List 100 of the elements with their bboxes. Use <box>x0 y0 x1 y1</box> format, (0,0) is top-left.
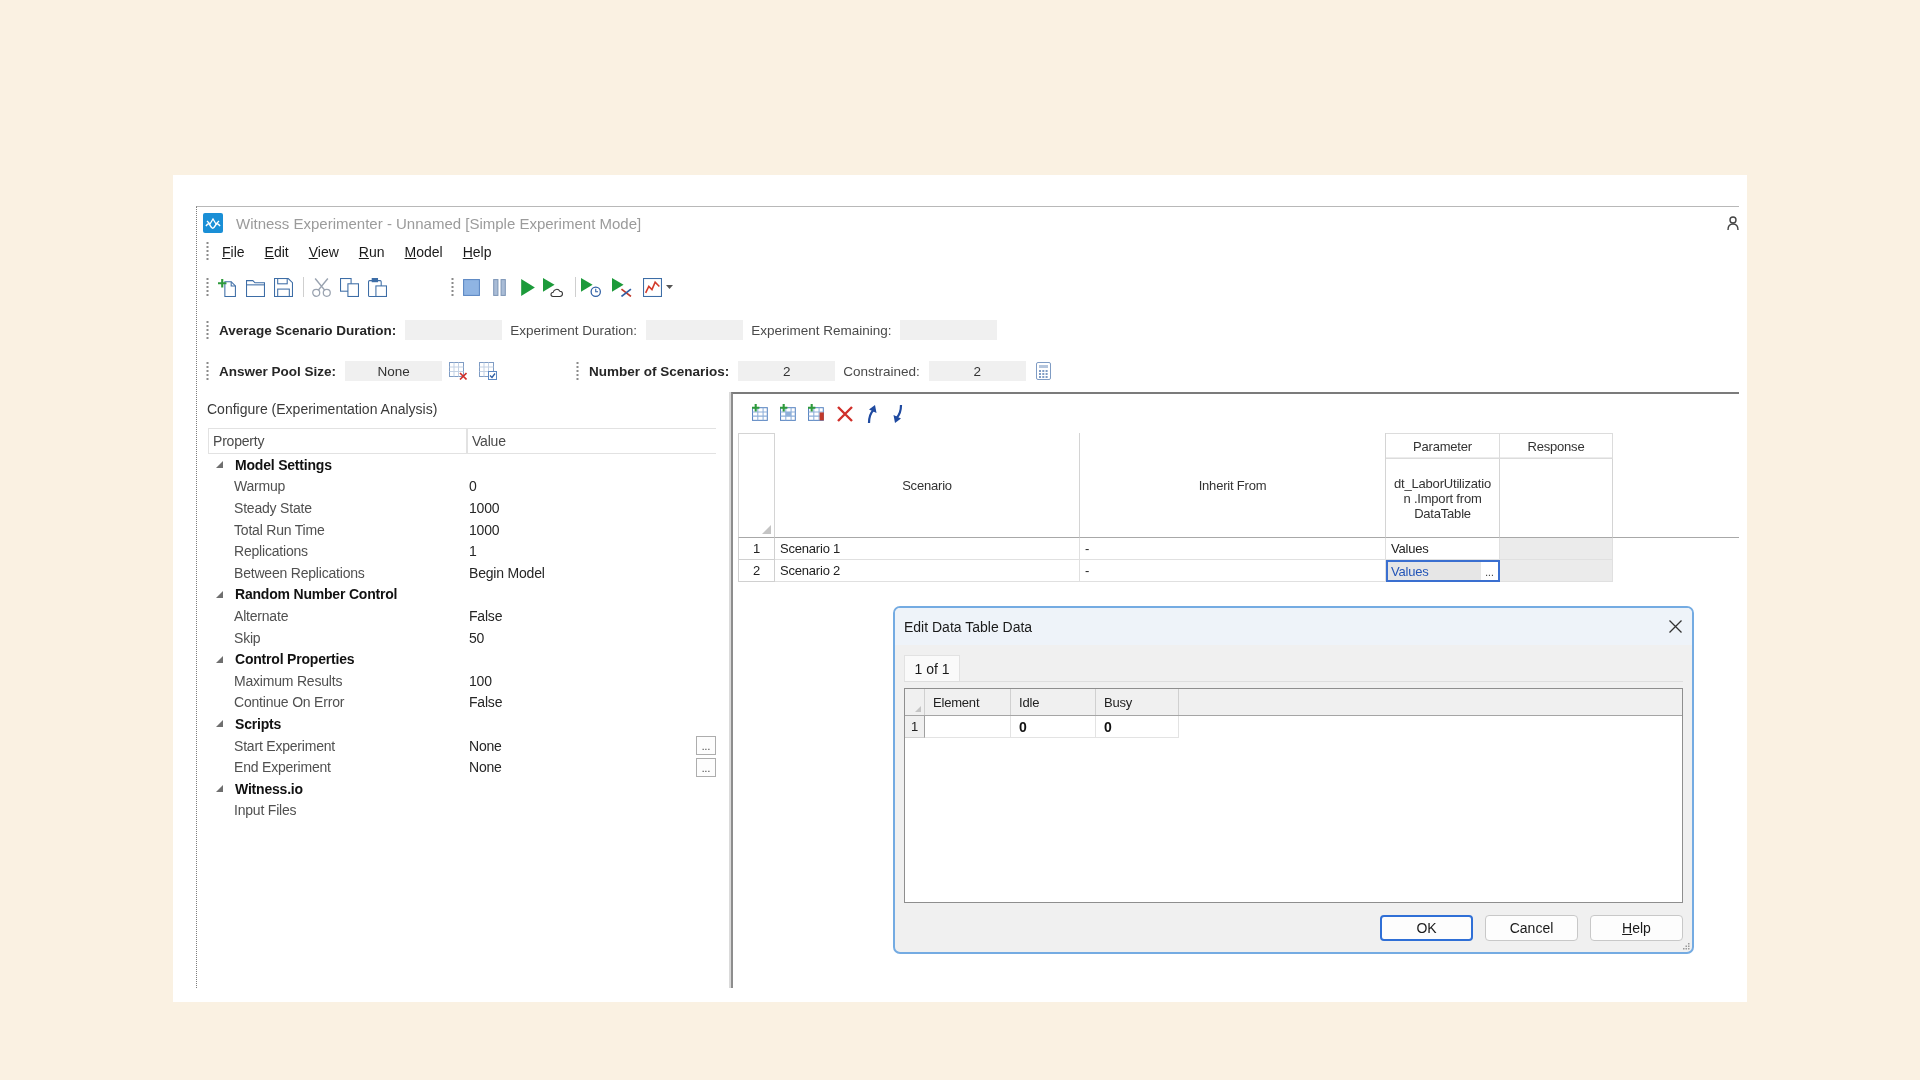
column-header[interactable]: Element <box>925 689 1011 715</box>
collapse-triangle-icon[interactable] <box>216 655 223 663</box>
scissors-icon[interactable] <box>312 277 331 297</box>
table-cell: Scenario 1 <box>775 538 1080 560</box>
property-value: False <box>469 694 503 711</box>
grip-icon[interactable] <box>206 320 209 340</box>
column-header[interactable]: Value <box>466 429 716 453</box>
property-name: Skip <box>234 629 261 646</box>
pause-icon[interactable] <box>490 277 509 297</box>
play-clock-icon[interactable] <box>581 277 601 297</box>
stop-icon[interactable] <box>462 277 481 297</box>
property-value: None <box>469 737 502 754</box>
play-cloud-icon[interactable] <box>543 277 563 297</box>
panel-title: Configure (Experimentation Analysis) <box>207 401 438 417</box>
field-label: Experiment Duration: <box>510 322 638 338</box>
ellipsis-button[interactable]: ... <box>696 757 716 777</box>
ellipsis-button[interactable]: ... <box>696 736 716 755</box>
property-name: Between Replications <box>234 564 365 581</box>
field-label: Answer Pool Size: <box>219 363 337 379</box>
collapse-triangle-icon[interactable] <box>216 720 223 728</box>
column-header[interactable]: Inherit From <box>1080 433 1386 538</box>
field-label: Experiment Remaining: <box>751 322 892 338</box>
table-cell: 0 <box>1096 716 1179 738</box>
play-icon[interactable] <box>518 277 537 297</box>
play-arrows-icon[interactable] <box>612 277 632 297</box>
chart-icon[interactable] <box>643 277 662 297</box>
property-name: Start Experiment <box>234 737 336 754</box>
dialog-button[interactable]: OK <box>1380 915 1473 941</box>
arrow-up-icon[interactable] <box>865 404 879 423</box>
menu-item[interactable]: Model <box>394 243 453 260</box>
table-plus-icon[interactable] <box>752 404 771 423</box>
table-check-icon[interactable] <box>479 362 498 380</box>
field-label: Number of Scenarios: <box>589 363 730 379</box>
menu-item[interactable]: Help <box>452 243 502 260</box>
grip-icon[interactable] <box>451 277 454 297</box>
property-value: 1000 <box>469 500 500 516</box>
column-header[interactable]: Property <box>209 429 466 453</box>
dialog-button[interactable]: Help <box>1590 915 1683 941</box>
table-plus-icon[interactable] <box>808 404 827 423</box>
cell-editor-field[interactable]: Values ... <box>1386 560 1500 582</box>
property-name: Warmup <box>234 478 286 495</box>
caret-icon[interactable] <box>666 285 673 289</box>
table-plus-icon[interactable] <box>780 404 799 423</box>
window-title: Witness Experimenter - Unnamed [Simple Experiment Mode] <box>236 214 642 232</box>
user-icon[interactable] <box>1727 216 1739 230</box>
category-label: Witness.io <box>235 780 303 797</box>
property-name: Input Files <box>234 802 297 819</box>
collapse-triangle-icon[interactable] <box>216 590 223 598</box>
grip-icon[interactable] <box>576 361 580 381</box>
grip-icon[interactable] <box>206 242 209 261</box>
property-value: 100 <box>469 672 492 689</box>
column-header[interactable]: Scenario <box>775 433 1080 538</box>
property-name: Alternate <box>234 607 289 624</box>
value-field: 2 <box>738 361 836 381</box>
property-value: False <box>469 607 503 624</box>
property-name: Steady State <box>234 500 312 516</box>
category-label: Model Settings <box>235 456 332 473</box>
property-name: Continue On Error <box>234 694 345 711</box>
group-header: Parameter <box>1386 433 1500 459</box>
arrow-down-icon[interactable] <box>891 404 905 423</box>
column-header[interactable]: Idle <box>1011 689 1096 715</box>
calculator-icon[interactable] <box>1035 362 1051 380</box>
new-file-icon[interactable] <box>218 277 237 297</box>
row-header[interactable]: 1 <box>905 716 925 738</box>
table-x-icon[interactable] <box>449 362 468 380</box>
property-value: 50 <box>469 629 485 646</box>
property-value: 1 <box>469 543 477 560</box>
tab[interactable]: 1 of 1 <box>904 655 960 681</box>
property-value: None <box>469 759 502 776</box>
collapse-triangle-icon[interactable] <box>216 461 223 469</box>
column-header[interactable]: Busy <box>1096 689 1179 715</box>
menu-item[interactable]: File <box>212 243 255 260</box>
close-icon[interactable] <box>1669 620 1682 633</box>
grip-icon[interactable] <box>206 277 209 297</box>
column-header[interactable]: dt_LaborUtilization .Import from DataTable <box>1386 459 1500 538</box>
ellipsis-button[interactable]: ... <box>1481 562 1498 580</box>
grip-icon[interactable] <box>206 361 209 381</box>
menu-item[interactable]: Run <box>348 243 395 260</box>
folder-icon[interactable] <box>246 277 265 297</box>
collapse-triangle-icon[interactable] <box>216 785 223 793</box>
property-value: Begin Model <box>469 564 545 581</box>
group-header: Response <box>1500 433 1613 459</box>
copy-icon[interactable] <box>340 277 359 297</box>
resize-grip-icon[interactable] <box>1683 943 1690 950</box>
delete-icon[interactable] <box>837 405 853 422</box>
table-cell: 0 <box>1011 716 1096 738</box>
menu-item[interactable]: Edit <box>254 243 299 260</box>
category-label: Control Properties <box>235 651 355 668</box>
menu-item[interactable]: View <box>298 243 349 260</box>
field-label: Average Scenario Duration: <box>219 322 397 338</box>
field-label: Constrained: <box>843 363 920 379</box>
dialog-button[interactable]: Cancel <box>1485 915 1578 941</box>
table-cell: Scenario 2 <box>775 560 1080 582</box>
property-name: Maximum Results <box>234 672 343 689</box>
save-icon[interactable] <box>274 277 293 297</box>
property-value: 1000 <box>469 521 500 538</box>
property-value: 0 <box>469 478 477 495</box>
table-cell: Values <box>1386 538 1500 560</box>
paste-icon[interactable] <box>368 277 387 297</box>
property-name: Replications <box>234 543 308 560</box>
